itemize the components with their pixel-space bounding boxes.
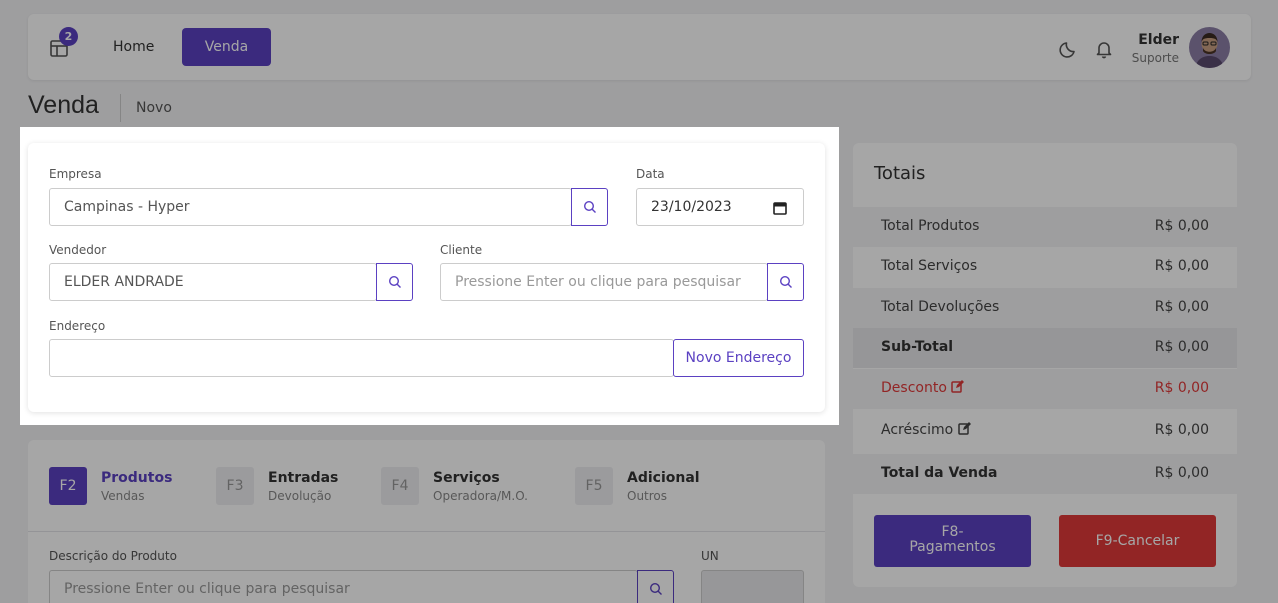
focus-highlight: Empresa Campinas - Hyper Data 23/10/2023… bbox=[20, 127, 839, 425]
calendar-icon[interactable] bbox=[773, 201, 787, 215]
subtotal-row: Sub-Total R$ 0,00 bbox=[853, 328, 1237, 368]
search-icon bbox=[779, 275, 792, 288]
total-servicos-row: Total Serviços R$ 0,00 bbox=[853, 247, 1237, 287]
row-value: R$ 0,00 bbox=[1154, 299, 1209, 315]
top-navbar: 2 Home Venda Elder Suporte bbox=[28, 14, 1251, 80]
user-name: Elder bbox=[1138, 32, 1179, 48]
edit-icon[interactable] bbox=[957, 422, 971, 435]
row-value: R$ 0,00 bbox=[1154, 380, 1209, 396]
total-devolucoes-row: Total Devoluções R$ 0,00 bbox=[853, 288, 1237, 328]
tab-key: F2 bbox=[49, 467, 87, 505]
tab-subtitle: Operadora/M.O. bbox=[433, 489, 528, 503]
endereco-select[interactable] bbox=[49, 339, 674, 377]
row-label: Desconto bbox=[881, 380, 965, 396]
date-value: 23/10/2023 bbox=[651, 199, 732, 215]
sale-form-card: Empresa Campinas - Hyper Data 23/10/2023… bbox=[28, 143, 825, 412]
moon-icon[interactable] bbox=[1058, 38, 1080, 60]
tab-title: Adicional bbox=[627, 470, 700, 486]
cliente-label: Cliente bbox=[440, 243, 483, 257]
empresa-search-button[interactable] bbox=[571, 188, 608, 226]
totals-panel: Totais Total Produtos R$ 0,00 Total Serv… bbox=[853, 143, 1237, 587]
payments-button-line2: Pagamentos bbox=[909, 539, 996, 555]
desconto-row[interactable]: Desconto R$ 0,00 bbox=[853, 369, 1237, 409]
data-label: Data bbox=[636, 167, 665, 181]
tab-subtitle: Devolução bbox=[268, 489, 332, 503]
novo-endereco-button[interactable]: Novo Endereço bbox=[673, 339, 804, 377]
vendedor-label: Vendedor bbox=[49, 243, 107, 257]
search-icon bbox=[583, 200, 596, 213]
search-icon bbox=[388, 275, 401, 288]
notification-badge: 2 bbox=[59, 27, 78, 46]
tab-title: Entradas bbox=[268, 470, 339, 486]
row-value: R$ 0,00 bbox=[1154, 339, 1209, 355]
product-description-label: Descrição do Produto bbox=[49, 549, 177, 563]
nav-home[interactable]: Home bbox=[102, 28, 165, 66]
title-divider bbox=[120, 94, 121, 122]
row-label: Total da Venda bbox=[881, 465, 998, 481]
bell-icon[interactable] bbox=[1093, 38, 1115, 60]
row-label: Acréscimo bbox=[881, 422, 971, 438]
row-value: R$ 0,00 bbox=[1154, 258, 1209, 274]
row-label: Total Produtos bbox=[881, 218, 980, 234]
endereco-label: Endereço bbox=[49, 319, 106, 333]
payments-button-line1: F8- bbox=[941, 524, 964, 540]
total-venda-row: Total da Venda R$ 0,00 bbox=[853, 454, 1237, 494]
tab-title: Produtos bbox=[101, 470, 173, 486]
cliente-search-button[interactable] bbox=[767, 263, 804, 301]
products-panel: F2 Produtos Vendas F3 Entradas Devolução… bbox=[28, 440, 825, 603]
product-search-button[interactable] bbox=[637, 570, 674, 603]
page-subtitle: Novo bbox=[136, 100, 172, 116]
payments-button[interactable]: F8- Pagamentos bbox=[874, 515, 1031, 567]
tab-key: F4 bbox=[381, 467, 419, 505]
date-input[interactable]: 23/10/2023 bbox=[636, 188, 804, 226]
row-label: Total Serviços bbox=[881, 258, 978, 274]
row-value: R$ 0,00 bbox=[1154, 422, 1209, 438]
vendedor-input[interactable]: ELDER ANDRADE bbox=[49, 263, 377, 301]
total-produtos-row: Total Produtos R$ 0,00 bbox=[853, 207, 1237, 247]
empresa-label: Empresa bbox=[49, 167, 102, 181]
row-value: R$ 0,00 bbox=[1154, 465, 1209, 481]
row-value: R$ 0,00 bbox=[1154, 218, 1209, 234]
acrescimo-row[interactable]: Acréscimo R$ 0,00 bbox=[853, 411, 1237, 451]
avatar[interactable] bbox=[1189, 27, 1230, 68]
tab-subtitle: Outros bbox=[627, 489, 668, 503]
row-label: Total Devoluções bbox=[881, 299, 1000, 315]
un-field bbox=[701, 570, 804, 603]
panel-divider bbox=[28, 531, 825, 532]
tab-subtitle: Vendas bbox=[101, 489, 145, 503]
cancel-button[interactable]: F9-Cancelar bbox=[1059, 515, 1216, 567]
page-title: Venda bbox=[28, 91, 99, 119]
cliente-input[interactable]: Pressione Enter ou clique para pesquisar bbox=[440, 263, 768, 301]
un-label: UN bbox=[701, 549, 719, 563]
product-search-input[interactable]: Pressione Enter ou clique para pesquisar bbox=[49, 570, 638, 603]
row-label: Sub-Total bbox=[881, 339, 954, 355]
nav-venda[interactable]: Venda bbox=[182, 28, 271, 66]
user-role: Suporte bbox=[1131, 51, 1179, 65]
totals-title: Totais bbox=[874, 163, 926, 184]
tab-title: Serviços bbox=[433, 470, 500, 486]
vendedor-search-button[interactable] bbox=[376, 263, 413, 301]
search-icon bbox=[649, 582, 662, 595]
tab-key: F3 bbox=[216, 467, 254, 505]
tab-key: F5 bbox=[575, 467, 613, 505]
edit-icon[interactable] bbox=[951, 380, 965, 393]
empresa-input[interactable]: Campinas - Hyper bbox=[49, 188, 572, 226]
